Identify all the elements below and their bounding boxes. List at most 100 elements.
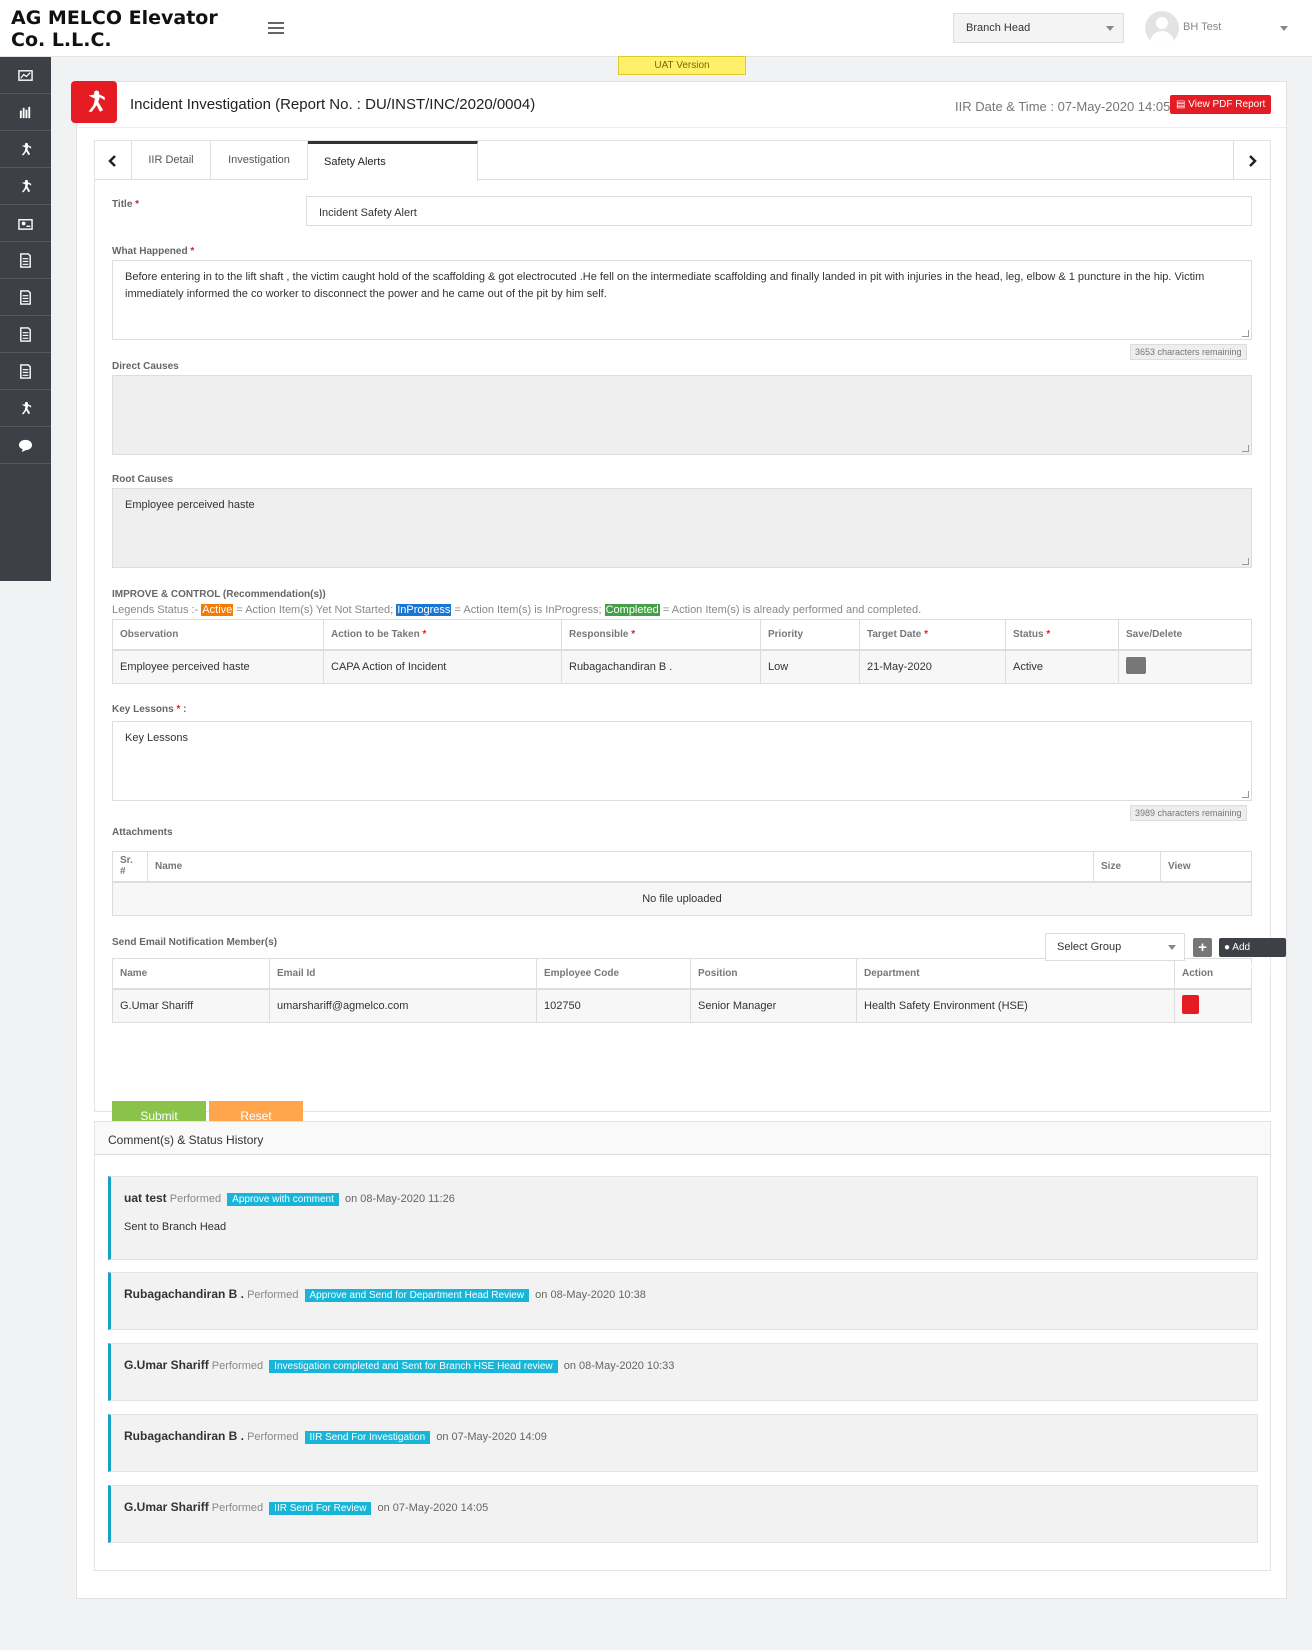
col-save-delete: Save/Delete (1118, 619, 1252, 651)
sidebar-item-document-4[interactable] (0, 353, 51, 390)
table-row: G.Umar Shariff umarshariff@agmelco.com 1… (112, 988, 1252, 1023)
resize-handle-icon[interactable] (1242, 558, 1249, 565)
cell-status: Active (1005, 649, 1119, 684)
comment-author: G.Umar Shariff (124, 1358, 209, 1372)
form-panel: IIR Detail Investigation Safety Alerts T… (94, 140, 1271, 1132)
sidebar-item-investigation[interactable] (0, 168, 51, 205)
table-row: Employee perceived haste CAPA Action of … (112, 649, 1252, 684)
comment-item: G.Umar Shariff Performed IIR Send For Re… (108, 1485, 1258, 1543)
table-header-row: Observation Action to be Taken * Respons… (112, 619, 1252, 651)
attachments-label: Attachments (112, 827, 173, 838)
sidebar-item-dashboard[interactable] (0, 57, 51, 94)
cell-employee-code: 102750 (536, 988, 691, 1023)
bar-chart-icon (19, 106, 31, 118)
comment-action-badge: Approve and Send for Department Head Rev… (304, 1289, 530, 1302)
resize-handle-icon[interactable] (1242, 330, 1249, 337)
add-employees-button[interactable]: ● Add Employees (1219, 938, 1286, 972)
title-input[interactable]: Incident Safety Alert (306, 196, 1252, 226)
key-lessons-textarea[interactable]: Key Lessons (112, 721, 1252, 801)
page-header: Incident Investigation (Report No. : DU/… (71, 81, 1286, 128)
delete-member-button[interactable] (1182, 994, 1199, 1014)
sidebar-item-incident[interactable] (0, 131, 51, 168)
legend-completed-badge: Completed (604, 604, 660, 616)
comment-author: G.Umar Shariff (124, 1500, 209, 1514)
col-action: Action to be Taken * (323, 619, 562, 651)
resize-handle-icon[interactable] (1242, 445, 1249, 452)
document-icon (20, 363, 31, 379)
tab-safety-alerts[interactable]: Safety Alerts (308, 141, 478, 181)
document-icon (20, 326, 31, 342)
root-causes-label: Root Causes (112, 474, 174, 485)
resize-handle-icon[interactable] (1242, 791, 1249, 798)
role-select-value: Branch Head (966, 22, 1031, 34)
chevron-down-icon (1168, 945, 1176, 950)
pdf-file-icon: ▤ (1176, 99, 1186, 110)
view-pdf-report-button[interactable]: ▤ View PDF Report (1170, 95, 1272, 114)
what-happened-textarea[interactable]: Before entering in to the lift shaft , t… (112, 260, 1252, 340)
iir-date-time: IIR Date & Time : 07-May-2020 14:05 (955, 99, 1171, 114)
cell-action: CAPA Action of Incident (323, 649, 562, 684)
root-causes-textarea[interactable]: Employee perceived haste (112, 488, 1252, 568)
comment-action-badge: Approve with comment (227, 1193, 339, 1206)
chevron-right-icon (1249, 154, 1257, 167)
add-user-icon: ● (1224, 942, 1231, 953)
chevron-left-icon (108, 154, 116, 167)
sidebar-item-document-1[interactable] (0, 242, 51, 279)
incident-person-icon (21, 179, 32, 192)
what-happened-value: Before entering in to the lift shaft , t… (125, 271, 1205, 300)
dashboard-icon (18, 69, 33, 81)
comment-author: uat test (124, 1191, 167, 1205)
sidebar-item-reports[interactable] (0, 94, 51, 131)
plus-icon: + (1198, 939, 1207, 956)
direct-causes-textarea[interactable] (112, 375, 1252, 455)
select-group-dropdown[interactable]: Select Group (1045, 933, 1185, 961)
tab-prev-button[interactable] (95, 141, 132, 180)
cell-action (1174, 988, 1252, 1023)
uat-version-badge: UAT Version (618, 56, 746, 75)
document-icon (20, 252, 31, 268)
sidebar-item-document-2[interactable] (0, 279, 51, 316)
user-menu-chevron-icon[interactable] (1280, 26, 1288, 31)
user-name[interactable]: BH Test (1183, 21, 1221, 33)
top-bar: AG MELCO Elevator Co. L.L.C. Branch Head… (0, 0, 1312, 57)
tab-label: Investigation (228, 154, 290, 166)
tab-investigation[interactable]: Investigation (211, 141, 308, 180)
col-status: Status * (1005, 619, 1119, 651)
tab-iir-detail[interactable]: IIR Detail (132, 141, 211, 180)
chat-bubble-icon (18, 439, 33, 452)
col-size: Size (1093, 851, 1161, 883)
inspection-icon (18, 218, 33, 230)
cell-target-date: 21-May-2020 (859, 649, 1006, 684)
page-title: Incident Investigation (Report No. : DU/… (130, 96, 536, 113)
sidebar-item-inspection[interactable] (0, 205, 51, 242)
comments-panel: Comment(s) & Status History uat test Per… (94, 1121, 1271, 1571)
cell-email: umarshariff@agmelco.com (269, 988, 537, 1023)
sidebar-item-document-3[interactable] (0, 316, 51, 353)
comment-action-badge: IIR Send For Review (269, 1502, 372, 1515)
sidebar-item-safety[interactable] (0, 390, 51, 427)
cell-responsible: Rubagachandiran B . (561, 649, 761, 684)
comment-time: on 07-May-2020 14:05 (377, 1502, 489, 1514)
save-delete-button[interactable] (1126, 656, 1146, 674)
view-pdf-report-label: View PDF Report (1188, 99, 1266, 110)
sidebar (0, 57, 51, 581)
tab-next-button[interactable] (1233, 141, 1270, 180)
company-logo[interactable]: AG MELCO Elevator Co. L.L.C. (11, 7, 256, 51)
direct-causes-label: Direct Causes (112, 361, 179, 372)
members-table: Name Email Id Employee Code Position Dep… (112, 958, 1252, 1023)
attachments-table: Sr. # Name Size View No file uploaded (112, 851, 1252, 916)
comment-action-badge: Investigation completed and Sent for Bra… (269, 1360, 558, 1373)
status-legend: Legends Status :- Active = Action Item(s… (112, 604, 922, 616)
avatar[interactable] (1145, 11, 1179, 45)
main-card: Incident Investigation (Report No. : DU/… (71, 81, 1287, 1599)
cell-save-delete (1118, 649, 1252, 684)
sidebar-item-feedback[interactable] (0, 427, 51, 464)
menu-toggle-icon[interactable] (268, 20, 284, 36)
col-target-date: Target Date * (859, 619, 1006, 651)
legend-inprogress-badge: InProgress (396, 604, 452, 616)
add-group-button[interactable]: + (1193, 938, 1212, 957)
role-select[interactable]: Branch Head (953, 13, 1124, 43)
key-lessons-label: Key Lessons * : (112, 704, 187, 715)
col-sr: Sr. # (112, 851, 148, 883)
table-header-row: Name Email Id Employee Code Position Dep… (112, 958, 1252, 990)
